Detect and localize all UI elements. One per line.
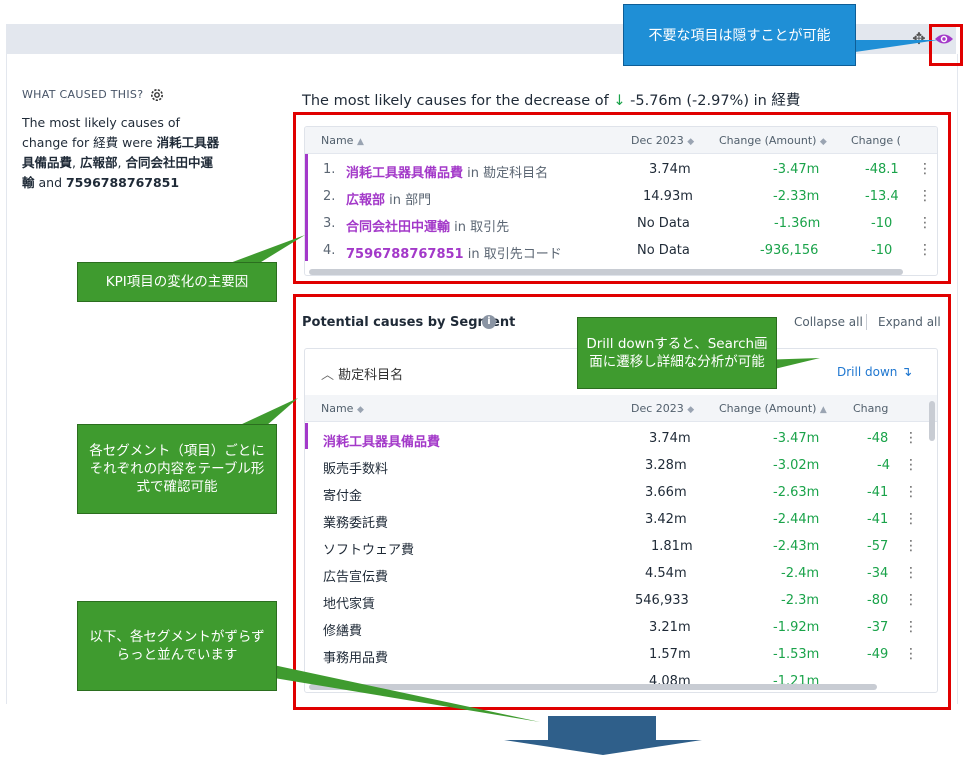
annotation-more: 以下、各セグメントがずらずらっと並んでいます (77, 601, 277, 691)
annotation-kpi: KPI項目の変化の主要因 (77, 262, 277, 302)
annotation-drill: Drill downすると、Search画面に遷移し詳細な分析が可能 (577, 317, 777, 389)
annotation-segment: 各セグメント（項目）ごとにそれぞれの内容をテーブル形式で確認可能 (77, 424, 277, 514)
annotation-hide: 不要な項目は隠すことが可能 (623, 4, 856, 66)
